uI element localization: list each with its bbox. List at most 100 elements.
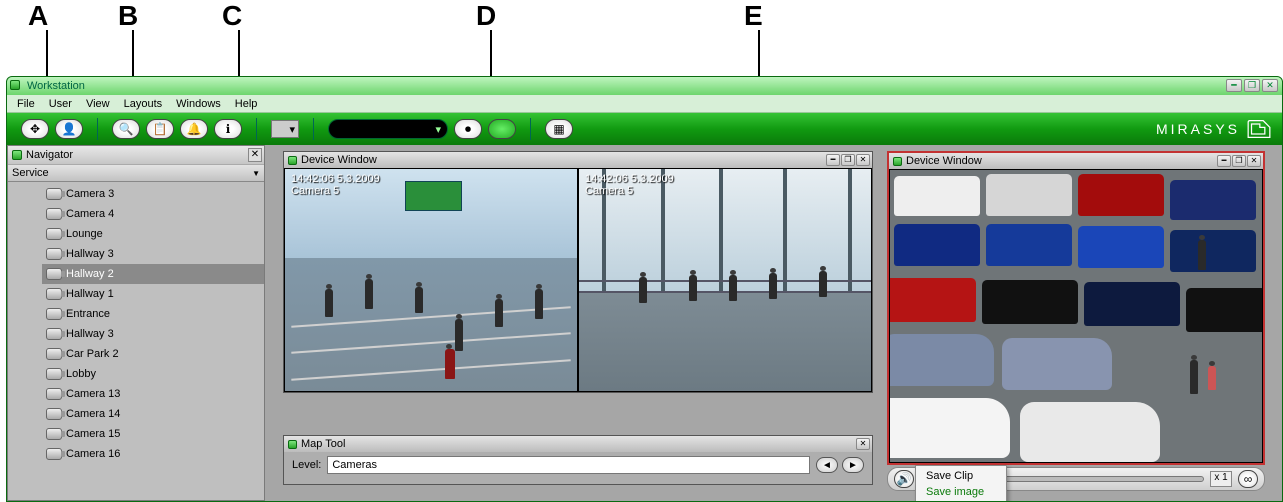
callout-a: A (28, 0, 48, 32)
tree-item[interactable]: Camera 3 (42, 184, 264, 204)
camera-icon (46, 428, 62, 440)
menu-help[interactable]: Help (229, 97, 264, 111)
feed-camera-name: Camera 5 (291, 185, 380, 197)
tool-clipboard-icon[interactable]: 📋 (146, 119, 174, 139)
panel-icon (288, 156, 297, 165)
app-titlebar[interactable]: Workstation ━ ❐ ✕ (7, 77, 1282, 95)
navigator-tree[interactable]: Camera 3 Camera 4 Lounge Hallway 3 Hallway 2… (8, 182, 264, 500)
minimize-button[interactable]: ━ (1217, 155, 1231, 167)
maximize-button[interactable]: ❐ (1244, 79, 1260, 92)
map-tool-titlebar[interactable]: Map Tool ✕ (284, 436, 872, 452)
menu-file[interactable]: File (11, 97, 41, 111)
tree-item-label: Camera 3 (66, 188, 114, 200)
tree-item[interactable]: Lounge (42, 224, 264, 244)
ctx-save-clip[interactable]: Save Clip (916, 468, 1006, 484)
playback-loop-icon[interactable]: ∞ (1238, 470, 1258, 488)
brand-text: MIRASYS (1156, 121, 1240, 137)
brand-icon (1246, 119, 1272, 139)
camera-feed-1[interactable]: 14:42:06 5.3.2009 Camera 5 (284, 168, 578, 392)
tree-item[interactable]: Camera 16 (42, 444, 264, 464)
camera-icon (46, 208, 62, 220)
panel-icon (12, 150, 22, 160)
tree-item[interactable]: Lobby (42, 364, 264, 384)
feed-timestamp: 14:42:06 5.3.2009 (585, 173, 674, 185)
navigator-title: Navigator (26, 149, 73, 161)
ctx-save-image[interactable]: Save image (916, 484, 1006, 500)
tree-item-label: Camera 13 (66, 388, 120, 400)
camera-feed-3[interactable] (889, 169, 1263, 463)
device-window-title: Device Window (906, 155, 982, 167)
tree-item[interactable]: Camera 14 (42, 404, 264, 424)
tool-grid-icon[interactable]: ▦ (545, 119, 573, 139)
device-window-titlebar[interactable]: Device Window ━ ❐ ✕ (284, 152, 872, 168)
menubar: File User View Layouts Windows Help (7, 95, 1282, 113)
tool-user-icon[interactable]: 👤 (55, 119, 83, 139)
tool-go-icon[interactable] (488, 119, 516, 139)
playback-speed[interactable]: x 1 (1210, 471, 1232, 487)
device-window-title: Device Window (301, 154, 377, 166)
tree-item[interactable]: Camera 13 (42, 384, 264, 404)
navigator-titlebar[interactable]: Navigator ✕ (8, 146, 264, 164)
camera-icon (46, 308, 62, 320)
tree-item[interactable]: Camera 15 (42, 424, 264, 444)
camera-icon (46, 228, 62, 240)
close-button[interactable]: ✕ (1262, 79, 1278, 92)
minimize-button[interactable]: ━ (826, 154, 840, 166)
camera-icon (46, 348, 62, 360)
tree-item-label: Hallway 3 (66, 328, 114, 340)
tool-info-icon[interactable]: ℹ (214, 119, 242, 139)
tool-move-icon[interactable]: ✥ (21, 119, 49, 139)
tree-item[interactable]: Camera 4 (42, 204, 264, 224)
minimize-button[interactable]: ━ (1226, 79, 1242, 92)
map-next-button[interactable]: ► (842, 457, 864, 473)
close-button[interactable]: ✕ (1247, 155, 1261, 167)
tree-item[interactable]: Entrance (42, 304, 264, 324)
tree-item-label: Camera 4 (66, 208, 114, 220)
close-button[interactable]: ✕ (856, 154, 870, 166)
scene-parking (890, 170, 1262, 462)
navigator-service-label: Service (12, 167, 49, 179)
toolbar-separator (256, 118, 257, 140)
tree-item-label: Lounge (66, 228, 103, 240)
navigator-close-button[interactable]: ✕ (248, 148, 262, 162)
tree-item[interactable]: Hallway 3 (42, 244, 264, 264)
camera-icon (46, 248, 62, 260)
menu-layouts[interactable]: Layouts (118, 97, 169, 111)
feed-overlay: 14:42:06 5.3.2009 Camera 5 (291, 173, 380, 197)
maximize-button[interactable]: ❐ (1232, 155, 1246, 167)
map-level-input[interactable] (327, 456, 810, 474)
callout-b: B (118, 0, 138, 32)
callout-d: D (476, 0, 496, 32)
content-area: Device Window ━ ❐ ✕ (269, 145, 1282, 501)
tool-bell-icon[interactable]: 🔔 (180, 119, 208, 139)
brand-logo: MIRASYS (1156, 113, 1272, 145)
tree-item[interactable]: Car Park 2 (42, 344, 264, 364)
menu-user[interactable]: User (43, 97, 78, 111)
tree-item[interactable]: Hallway 1 (42, 284, 264, 304)
tool-binoculars-icon[interactable]: 🔍 (112, 119, 140, 139)
tree-item-label: Hallway 3 (66, 248, 114, 260)
device-window-titlebar[interactable]: Device Window ━ ❐ ✕ (889, 153, 1263, 169)
toolbar-search[interactable]: ▾ (328, 119, 448, 139)
camera-icon (46, 368, 62, 380)
playback-sound-icon[interactable]: 🔊 (894, 470, 914, 488)
map-level-label: Level: (292, 459, 321, 471)
map-tool-title: Map Tool (301, 438, 345, 450)
app-title: Workstation (27, 80, 85, 92)
scene-airport (285, 169, 577, 391)
close-button[interactable]: ✕ (856, 438, 870, 450)
camera-icon (46, 268, 62, 280)
maximize-button[interactable]: ❐ (841, 154, 855, 166)
map-prev-button[interactable]: ◄ (816, 457, 838, 473)
tree-item[interactable]: Hallway 3 (42, 324, 264, 344)
camera-feed-2[interactable]: 14:42:06 5.3.2009 Camera 5 (578, 168, 872, 392)
workspace: Navigator ✕ Service ▼ Camera 3 Camera 4 Lo… (7, 145, 1282, 501)
device-window-right: Device Window ━ ❐ ✕ (887, 151, 1265, 465)
tool-record-icon[interactable]: ⏺ (454, 119, 482, 139)
tree-item[interactable]: Hallway 2 (42, 264, 264, 284)
navigator-service-header[interactable]: Service ▼ (8, 164, 264, 182)
menu-windows[interactable]: Windows (170, 97, 227, 111)
chevron-down-icon: ▼ (252, 169, 260, 178)
toolbar-dropdown[interactable]: ▾ (271, 120, 299, 138)
menu-view[interactable]: View (80, 97, 116, 111)
